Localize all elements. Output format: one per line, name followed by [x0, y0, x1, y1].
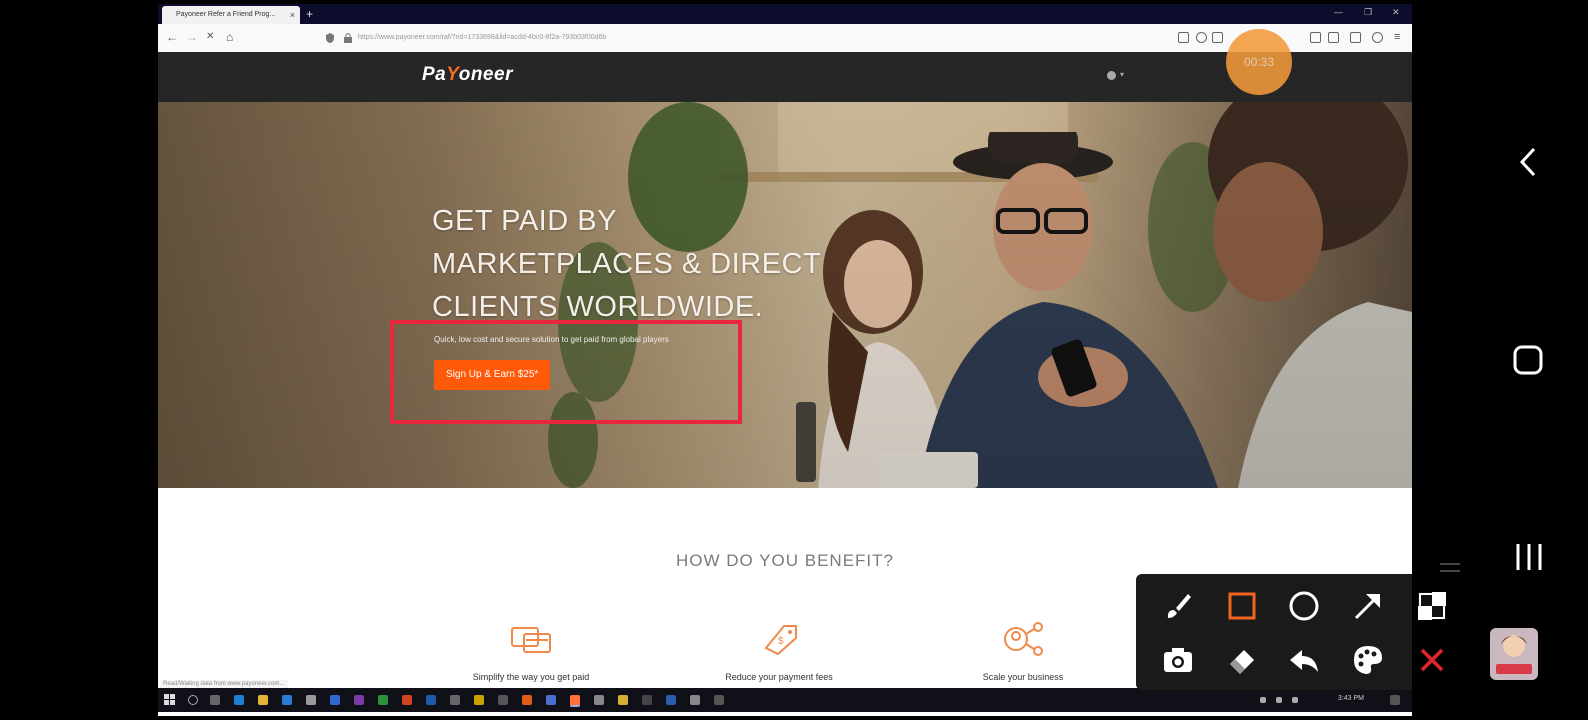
taskbar-clock[interactable]: 3:43 PM [1338, 695, 1364, 702]
taskbar-app-icon[interactable] [546, 695, 556, 705]
arrow-icon[interactable] [1350, 588, 1386, 624]
taskbar-app-icon[interactable] [258, 695, 268, 705]
benefit-label-scale: Scale your business [982, 672, 1064, 682]
globe-icon[interactable] [1107, 71, 1116, 80]
shield-icon[interactable] [326, 33, 334, 43]
payoneer-logo[interactable]: PaYoneer [422, 64, 513, 86]
new-tab-button[interactable]: + [306, 6, 313, 22]
taskbar-app-icon[interactable] [450, 695, 460, 705]
checker-icon[interactable] [1414, 588, 1450, 624]
recorder-avatar[interactable] [1490, 628, 1538, 680]
circle-icon[interactable] [1286, 588, 1322, 624]
taskbar-search-icon[interactable] [188, 695, 198, 705]
url-bar[interactable]: https://www.payoneer.com/raf/?rid=173369… [358, 28, 1218, 48]
recents-icon[interactable] [1514, 542, 1544, 572]
network-users-icon [1004, 622, 1043, 656]
taskbar-firefox-icon[interactable] [570, 695, 580, 707]
account-icon[interactable] [1372, 32, 1383, 43]
undo-icon[interactable] [1286, 642, 1322, 678]
site-header: PaYoneer ▾ [158, 52, 1412, 102]
close-icon[interactable] [1414, 642, 1450, 678]
benefit-label-fees: Reduce your payment fees [725, 672, 833, 682]
hero-banner: GET PAID BY MARKETPLACES & DIRECT CLIENT… [158, 102, 1412, 488]
taskbar-app-icon[interactable] [618, 695, 628, 705]
lock-icon[interactable] [344, 33, 352, 43]
back-icon[interactable] [1518, 146, 1538, 178]
rectangle-icon[interactable] [1224, 588, 1260, 624]
taskbar-app-icon[interactable] [474, 695, 484, 705]
taskbar-app-icon[interactable] [330, 695, 340, 705]
home-button[interactable]: ⌂ [226, 30, 233, 44]
taskbar-app-icon[interactable] [282, 695, 292, 705]
taskbar-app-icon[interactable] [666, 695, 676, 705]
recording-timer[interactable]: 00:33 [1226, 29, 1292, 95]
tray-icon[interactable] [1260, 697, 1266, 703]
pocket-icon[interactable] [1196, 32, 1207, 43]
payment-card-icon [511, 627, 551, 653]
taskbar-app-icon[interactable] [378, 695, 388, 705]
tab-title: Payoneer Refer a Friend Prog... [176, 11, 276, 18]
drag-handle[interactable] [1440, 563, 1460, 565]
camera-icon[interactable] [1160, 642, 1196, 678]
taskbar-app-icon[interactable] [354, 695, 364, 705]
palette-icon[interactable] [1350, 642, 1386, 678]
stop-button[interactable]: ✕ [206, 30, 214, 44]
taskbar-app-icon[interactable] [234, 695, 244, 705]
browser-tab-bar: Payoneer Refer a Friend Prog... × + — ❐ … [158, 4, 1412, 24]
taskbar-app-icon[interactable] [594, 695, 604, 705]
task-view-icon[interactable] [210, 695, 220, 705]
library-icon[interactable] [1310, 32, 1321, 43]
windows-start-icon[interactable] [164, 694, 176, 706]
taskbar-app-icon[interactable] [522, 695, 532, 705]
benefit-label-simplify: Simplify the way you get paid [472, 672, 590, 682]
browser-status-text: Read/Waiting data from www.payoneer.com.… [160, 680, 288, 688]
taskbar-app-icon[interactable] [498, 695, 508, 705]
annotation-rectangle [390, 320, 742, 424]
benefits-heading: HOW DO YOU BENEFIT? [676, 551, 894, 570]
drag-handle[interactable] [1440, 570, 1460, 572]
taskbar-app-icon[interactable] [690, 695, 700, 705]
minimize-icon[interactable]: — [1334, 7, 1343, 17]
volume-icon[interactable] [1292, 697, 1298, 703]
drawing-toolbar [1136, 574, 1412, 690]
notifications-icon[interactable] [1390, 695, 1400, 705]
window-close-icon[interactable]: ✕ [1392, 7, 1400, 18]
svg-text:$: $ [778, 636, 784, 647]
brush-icon[interactable] [1160, 588, 1196, 624]
menu-icon[interactable]: ≡ [1394, 30, 1400, 44]
page-actions-icon[interactable] [1178, 32, 1189, 43]
taskbar-app-icon[interactable] [402, 695, 412, 705]
price-tag-icon: $ [764, 625, 797, 656]
hero-headline: GET PAID BY MARKETPLACES & DIRECT CLIENT… [432, 205, 822, 323]
taskbar-app-icon[interactable] [426, 695, 436, 705]
maximize-icon[interactable]: ❐ [1364, 7, 1372, 18]
browser-nav-bar: ← → ✕ ⌂ https://www.payoneer.com/raf/?ri… [158, 24, 1412, 53]
browser-tab[interactable]: Payoneer Refer a Friend Prog... × [162, 6, 300, 24]
taskbar-app-icon[interactable] [714, 695, 724, 705]
home-icon[interactable] [1512, 344, 1544, 376]
taskbar-app-icon[interactable] [306, 695, 316, 705]
network-icon[interactable] [1276, 697, 1282, 703]
tab-close-icon[interactable]: × [290, 6, 295, 24]
bookmark-star-icon[interactable] [1212, 32, 1223, 43]
forward-button[interactable]: → [186, 30, 198, 44]
eraser-icon[interactable] [1224, 642, 1260, 678]
back-button[interactable]: ← [166, 30, 178, 44]
sidebar-icon[interactable] [1328, 32, 1339, 43]
taskbar-app-icon[interactable] [642, 695, 652, 705]
windows-taskbar: 3:43 PM [158, 688, 1412, 712]
extension-icon[interactable] [1350, 32, 1361, 43]
chevron-down-icon[interactable]: ▾ [1120, 70, 1124, 79]
